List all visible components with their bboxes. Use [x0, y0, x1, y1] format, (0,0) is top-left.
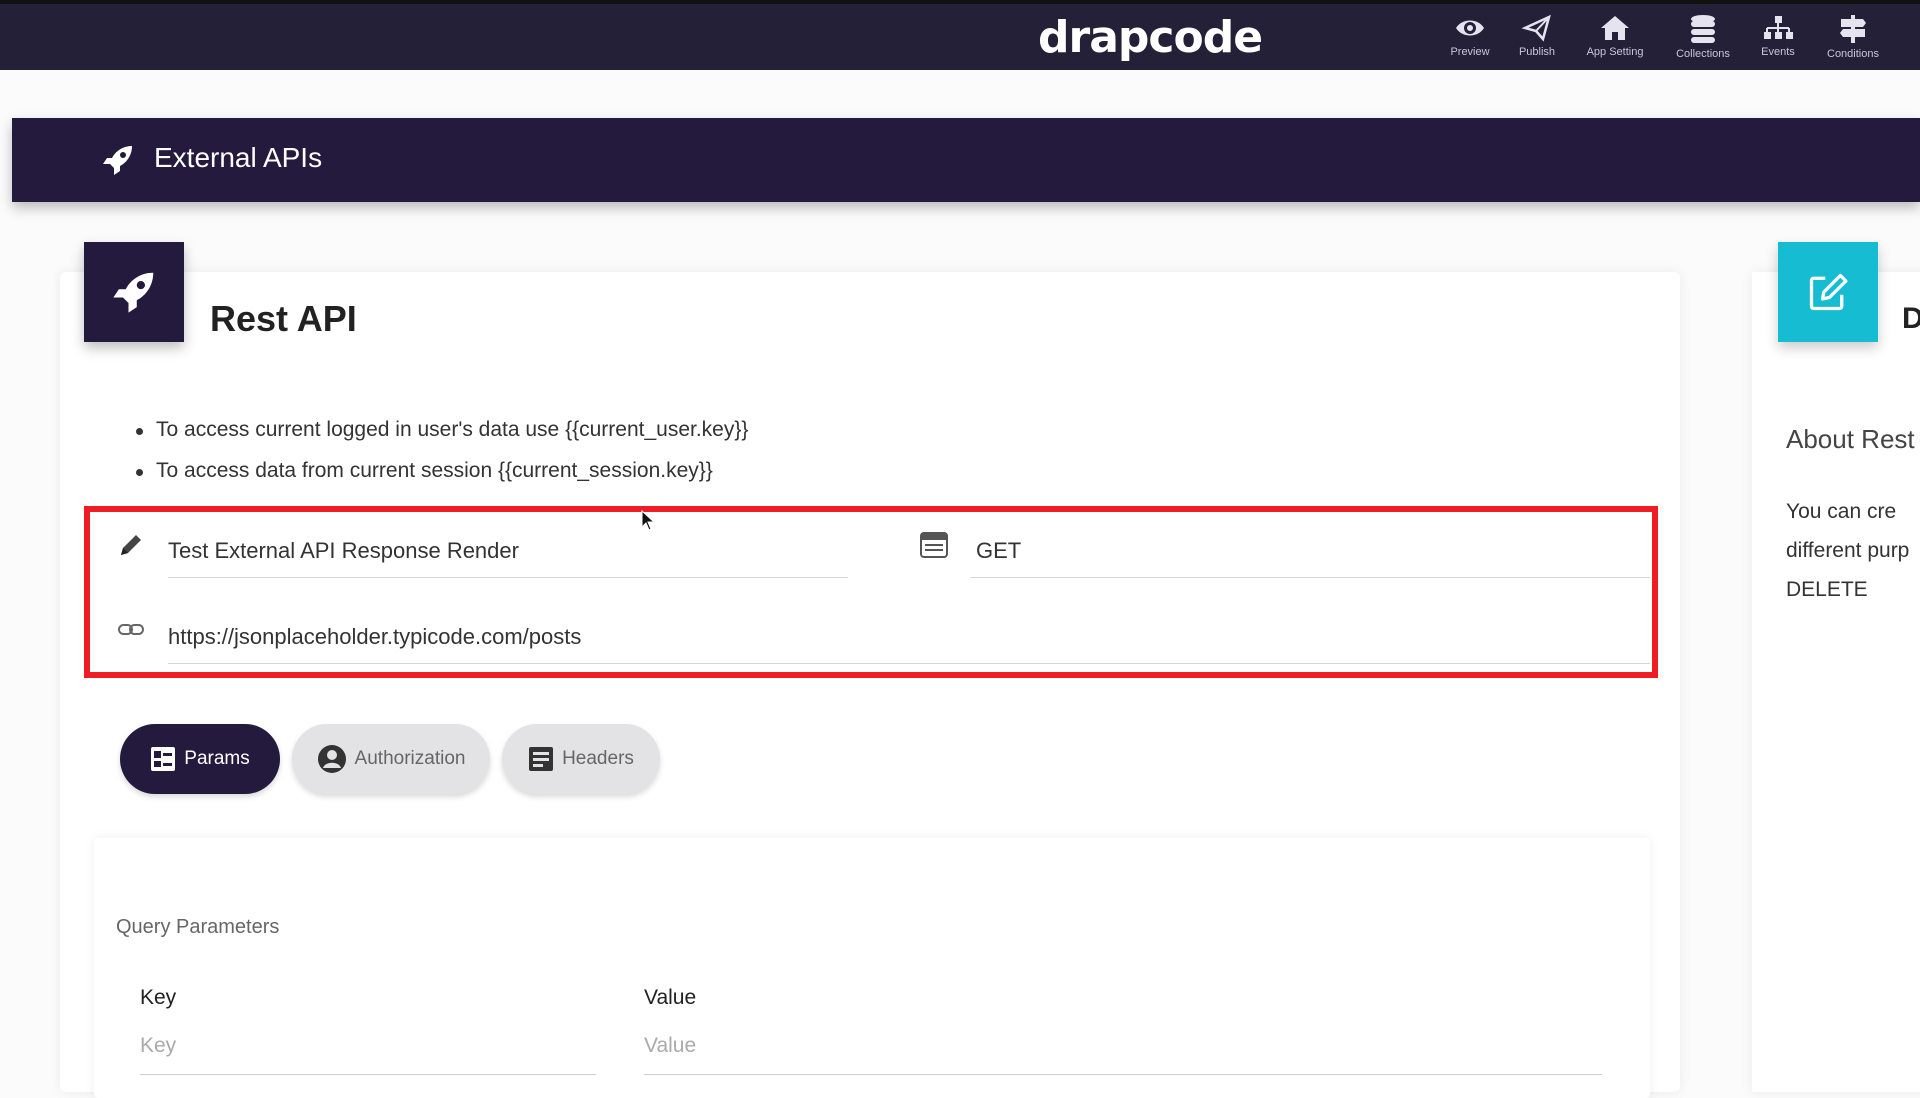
- about-heading: About Rest: [1786, 424, 1915, 454]
- nav-item-conditions[interactable]: Conditions: [1818, 12, 1888, 60]
- nav-item-app-setting[interactable]: App Setting: [1580, 12, 1650, 58]
- help-notes: To access current logged in user's data …: [130, 418, 748, 500]
- brand-logo[interactable]: drapcode: [1038, 12, 1263, 63]
- key-input[interactable]: Key: [140, 1034, 176, 1058]
- eye-icon: [1456, 20, 1484, 36]
- database-icon: [1691, 15, 1715, 43]
- rest-api-icon-box: [84, 242, 184, 342]
- server-icon: [920, 532, 948, 558]
- method-underline: [970, 577, 1650, 578]
- tab-headers[interactable]: Headers: [502, 724, 660, 794]
- method-select[interactable]: GET: [976, 538, 1021, 564]
- tab-params-label: Params: [184, 748, 250, 769]
- edit-icon: [1809, 273, 1848, 311]
- user-circle-icon: [317, 745, 346, 773]
- tab-headers-label: Headers: [562, 748, 634, 769]
- about-text: You can cre different purp DELETE: [1786, 492, 1909, 609]
- about-line: You can cre: [1786, 500, 1897, 523]
- nav-label-collections: Collections: [1676, 48, 1730, 60]
- nav-label-preview: Preview: [1450, 46, 1490, 58]
- api-name-underline: [168, 577, 848, 578]
- nav-label-app-setting: App Setting: [1586, 46, 1644, 58]
- tab-params[interactable]: Params: [120, 724, 280, 794]
- query-params-title: Query Parameters: [116, 916, 280, 938]
- page-header: External APIs: [12, 118, 1920, 202]
- query-params-panel: [94, 838, 1650, 1098]
- side-info-card: [1752, 272, 1920, 1092]
- key-input-underline: [140, 1074, 596, 1075]
- page-title: External APIs: [154, 142, 323, 173]
- paper-plane-icon: [1521, 14, 1551, 42]
- home-icon: [1601, 16, 1629, 40]
- card-title: Rest API: [210, 298, 357, 339]
- help-note: To access current logged in user's data …: [130, 418, 748, 459]
- url-underline: [168, 663, 1650, 664]
- tab-authorization[interactable]: Authorization: [292, 724, 490, 794]
- nav-item-collections[interactable]: Collections: [1668, 12, 1738, 60]
- url-input[interactable]: https://jsonplaceholder.typicode.com/pos…: [168, 624, 581, 650]
- api-name-input[interactable]: Test External API Response Render: [168, 538, 519, 564]
- value-input[interactable]: Value: [644, 1034, 696, 1058]
- value-input-underline: [644, 1074, 1602, 1075]
- value-column-header: Value: [644, 986, 697, 1009]
- edit-icon-box[interactable]: [1778, 242, 1878, 342]
- signpost-icon: [1840, 15, 1866, 43]
- about-line: DELETE: [1786, 578, 1868, 601]
- sitemap-icon: [1764, 16, 1793, 39]
- link-icon: [118, 624, 144, 635]
- nav-label-events: Events: [1761, 46, 1795, 58]
- help-note: To access data from current session {{cu…: [130, 459, 748, 500]
- nav-label-conditions: Conditions: [1827, 48, 1879, 60]
- document-icon: [529, 747, 554, 771]
- tab-authorization-label: Authorization: [354, 748, 466, 769]
- nav-item-preview[interactable]: Preview: [1435, 12, 1505, 58]
- side-card-title: D: [1902, 302, 1920, 335]
- rocket-icon: [113, 272, 154, 313]
- mouse-cursor-icon: [641, 510, 656, 531]
- top-navbar: drapcode Preview Publish App Setting Col…: [0, 0, 1920, 70]
- rocket-icon: [103, 146, 132, 175]
- nav-item-publish[interactable]: Publish: [1502, 12, 1572, 58]
- pencil-icon: [121, 535, 141, 555]
- key-column-header: Key: [140, 986, 177, 1009]
- nav-item-events[interactable]: Events: [1743, 12, 1813, 58]
- highlight-box: [84, 506, 1658, 678]
- about-line: different purp: [1786, 539, 1910, 562]
- nav-label-publish: Publish: [1518, 46, 1556, 58]
- list-icon: [151, 747, 176, 771]
